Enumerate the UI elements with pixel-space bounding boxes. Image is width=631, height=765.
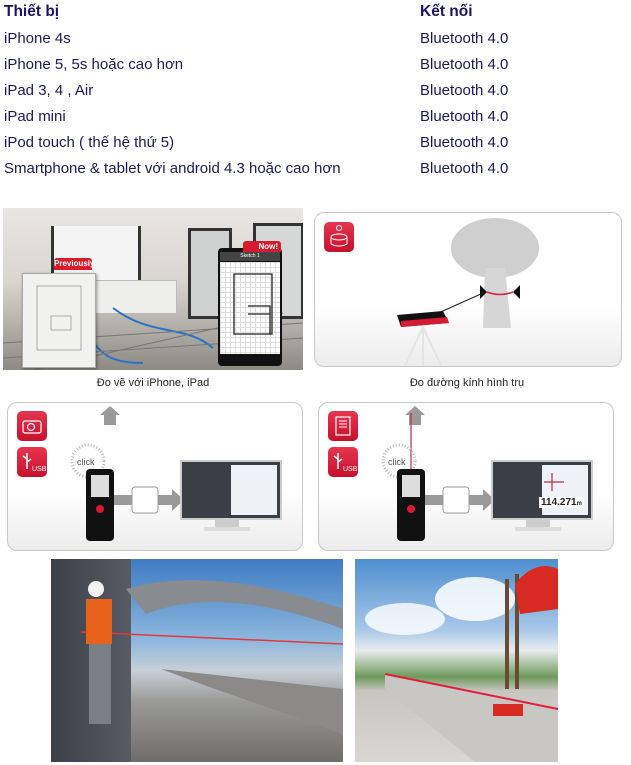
cell-device: iPhone 5, 5s hoặc cao hơn [4, 56, 184, 73]
caption-diameter: Đo đường kính hình trụ [409, 377, 525, 389]
cell-device: Smartphone & tablet với android 4.3 hoặc… [4, 160, 341, 177]
svg-text:click: click [388, 457, 406, 467]
readout-value: 114.271 [541, 497, 577, 508]
usb-measure-illustration: click [381, 406, 593, 541]
usb-measure-transfer-card: USB click 114.271m [318, 402, 614, 551]
cell-device: iPad mini [4, 108, 66, 125]
photo-railway-bridge [51, 559, 343, 762]
cell-connection: Bluetooth 4.0 [420, 56, 509, 73]
paper-sketch [22, 273, 96, 368]
header-connection: Kết nối [420, 3, 473, 20]
sketch-comparison-image: Previously Sketch 1 Now! [3, 208, 303, 370]
cell-connection: Bluetooth 4.0 [420, 30, 509, 47]
cell-connection: Bluetooth 4.0 [420, 160, 509, 177]
label-previously: Previously [54, 258, 95, 270]
caption-sketch: Đo vẽ với iPhone, iPad [96, 377, 210, 389]
cell-connection: Bluetooth 4.0 [420, 108, 509, 125]
tree-measure-illustration [397, 218, 539, 366]
label-now: Now! [243, 241, 281, 252]
cell-device: iPad 3, 4 , Air [4, 82, 94, 99]
header-device: Thiết bị [4, 3, 60, 20]
cell-connection: Bluetooth 4.0 [420, 82, 509, 99]
measurement-readout: 114.271m [539, 497, 584, 508]
cell-device: iPhone 4s [4, 30, 71, 47]
photo-concrete-beam [355, 559, 558, 762]
app-title: Sketch 1 [220, 252, 280, 261]
cell-connection: Bluetooth 4.0 [420, 134, 509, 151]
phone-app-screenshot: Sketch 1 [218, 248, 282, 366]
usb-transfer-illustration: click [70, 406, 282, 541]
readout-unit: m [576, 501, 582, 507]
cylinder-diameter-card [314, 212, 622, 367]
usb-photo-transfer-card: USB click click [7, 402, 303, 551]
cell-device: iPod touch ( thế hệ thứ 5) [4, 134, 175, 151]
svg-text:click: click [77, 457, 95, 467]
